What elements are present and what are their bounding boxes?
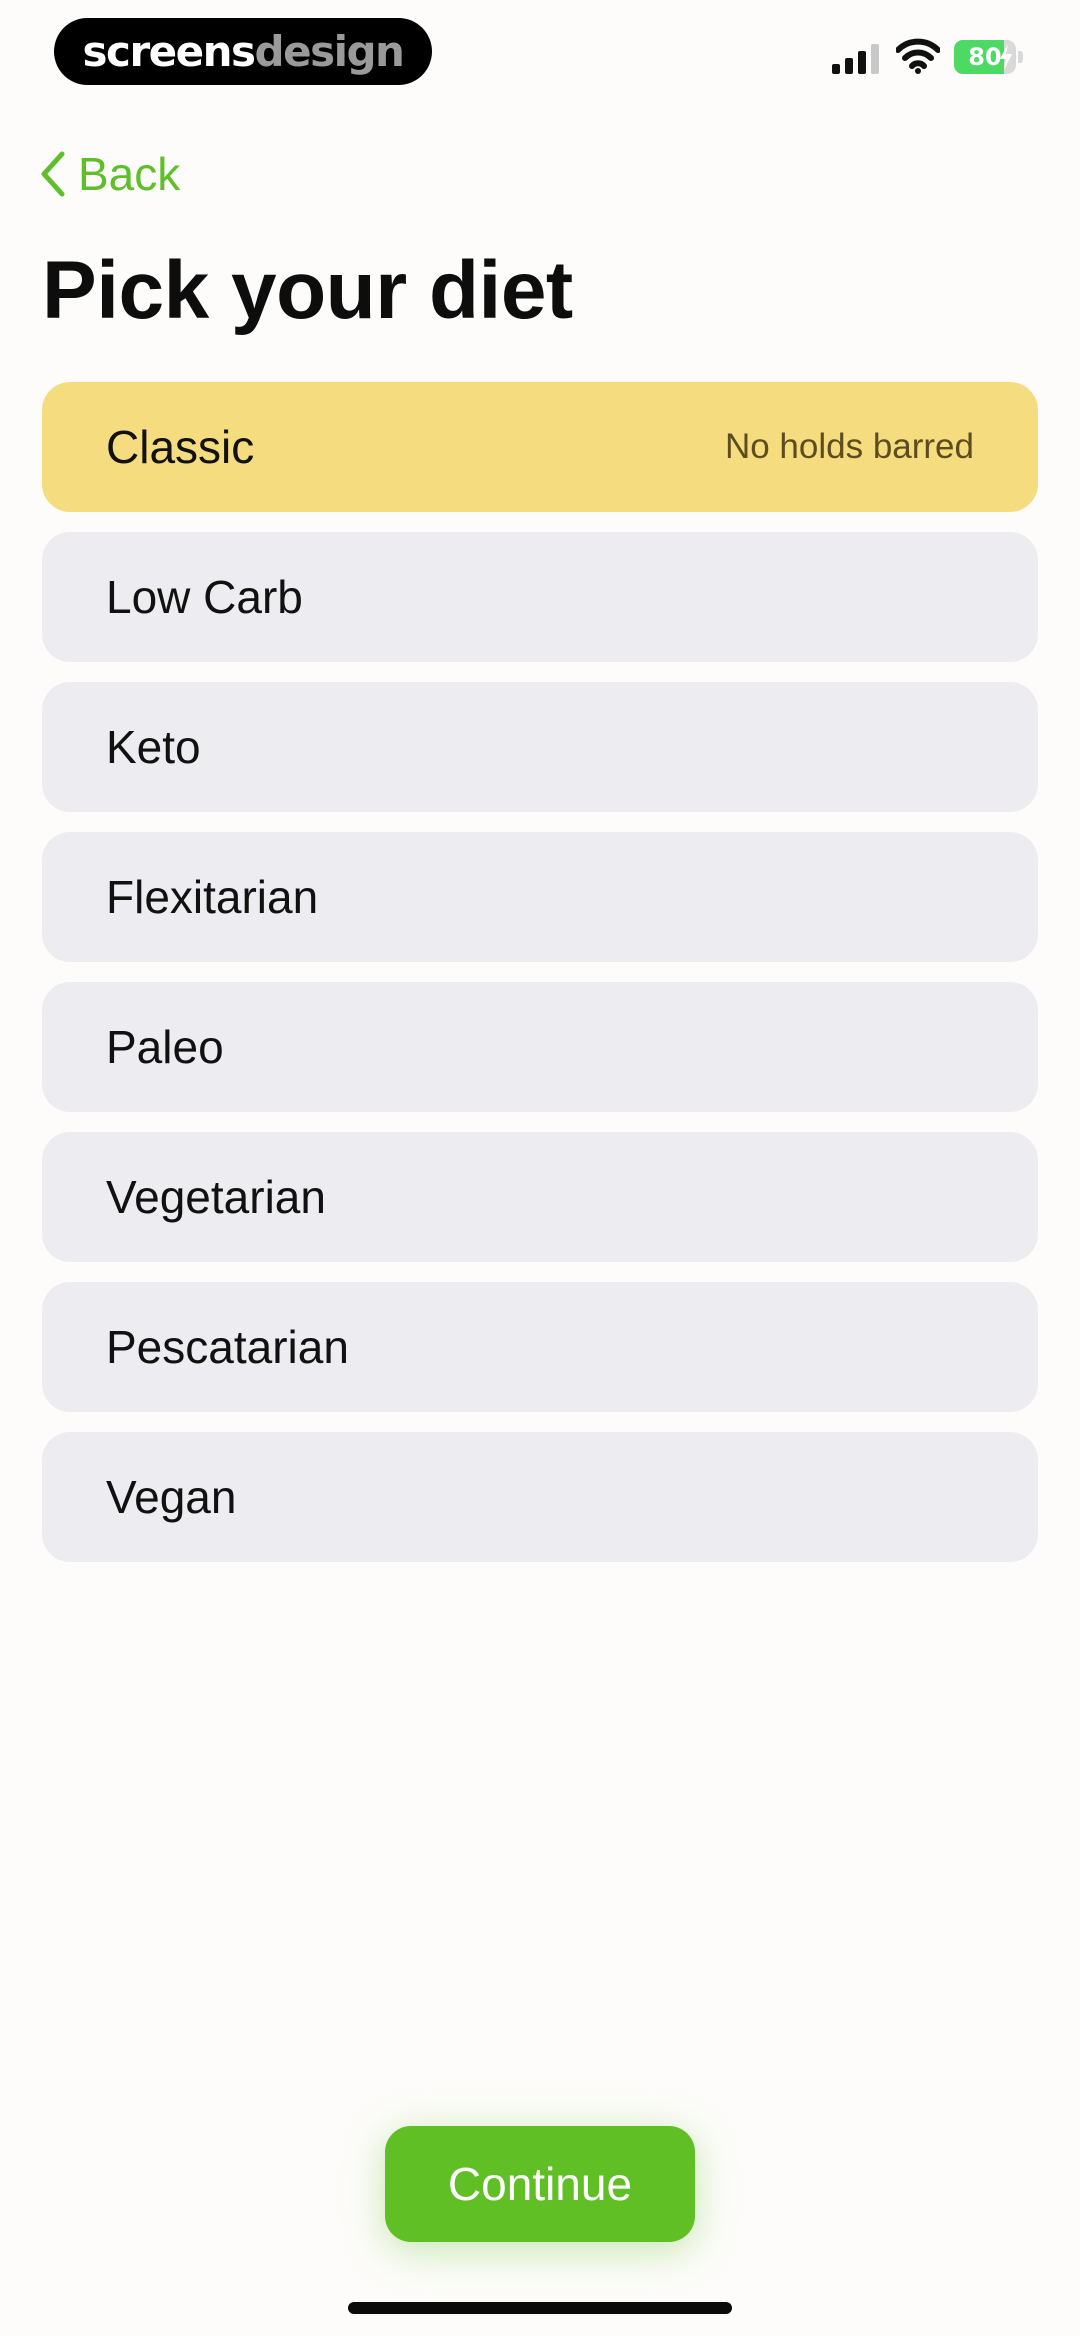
diet-option[interactable]: Paleo [42,982,1038,1112]
diet-option-name: Classic [106,421,255,473]
diet-list: Classic No holds barred Low Carb Keto Flexit… [42,382,1038,1582]
diet-option-name: Vegetarian [106,1171,326,1223]
page-title: Pick your diet [42,245,573,336]
diet-option-name: Low Carb [106,571,303,623]
diet-option-name: Vegan [106,1471,237,1523]
chevron-left-icon [41,151,65,197]
brand-logo-primary: screens [82,27,256,76]
signal-icon [832,44,879,74]
battery-cap [1018,51,1023,63]
diet-option-name: Pescatarian [106,1321,349,1373]
back-label: Back [78,148,181,200]
continue-button[interactable]: Continue [385,2126,695,2242]
diet-option-name: Paleo [106,1021,224,1073]
battery-icon: 80 [954,40,1024,74]
back-button[interactable]: Back [38,146,180,202]
brand-logo: screens design [54,18,432,85]
diet-option[interactable]: Pescatarian [42,1282,1038,1412]
brand-logo-secondary: design [254,27,405,76]
diet-option-description: No holds barred [724,427,974,466]
diet-option-name: Flexitarian [106,871,319,923]
status-bar: screens design 80 [0,0,1080,120]
diet-option[interactable]: Vegan [42,1432,1038,1562]
wifi-icon [896,38,940,74]
diet-option[interactable]: Low Carb [42,532,1038,662]
diet-option[interactable]: Keto [42,682,1038,812]
home-indicator [348,2302,732,2314]
diet-option[interactable]: Classic No holds barred [42,382,1038,512]
bolt-icon [1000,44,1012,70]
diet-option[interactable]: Flexitarian [42,832,1038,962]
diet-option[interactable]: Vegetarian [42,1132,1038,1262]
diet-option-name: Keto [106,721,201,773]
